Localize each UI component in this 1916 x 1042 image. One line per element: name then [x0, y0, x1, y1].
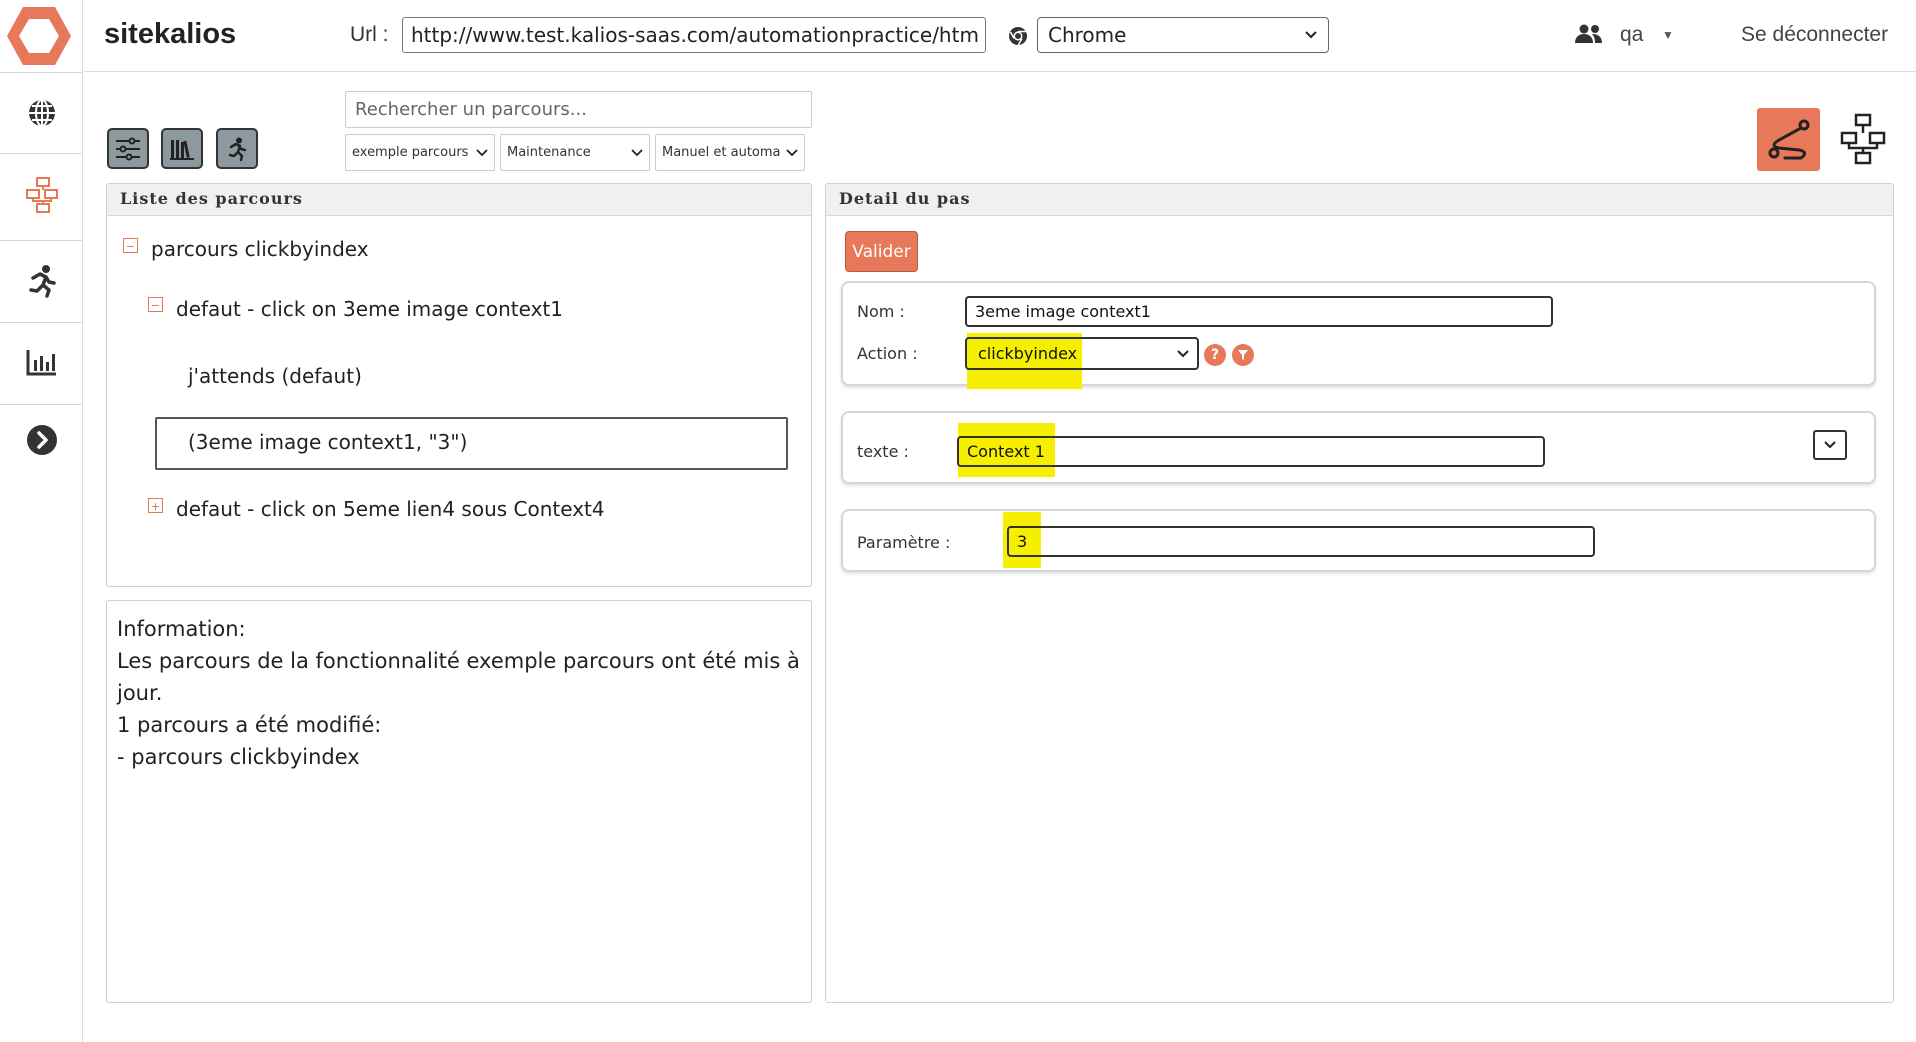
settings-filter-button[interactable] [107, 128, 149, 169]
tree-selected-item[interactable]: (3eme image context1, "3") [155, 417, 788, 470]
globe-icon [28, 99, 55, 127]
runner-icon [28, 265, 56, 298]
expand-texte-button[interactable] [1813, 430, 1847, 460]
sitekalios-logo [7, 7, 71, 65]
funnel-icon [1238, 350, 1248, 360]
chevron-down-icon [476, 148, 488, 156]
library-icon [170, 139, 194, 160]
action-select-value: clickbyindex [978, 344, 1078, 363]
run-button[interactable] [216, 128, 258, 169]
browser-select-value: Chrome [1048, 23, 1127, 47]
tree-child-item: (3eme image context1, "3") [188, 430, 468, 454]
tree-root-parcours[interactable]: parcours clickbyindex [151, 237, 369, 261]
parcours-view-button[interactable] [1757, 108, 1820, 171]
url-label: Url : [350, 23, 389, 46]
mode-filter-value: Manuel et automatis [662, 145, 780, 160]
tree-step-item[interactable]: defaut - click on 3eme image context1 [176, 297, 563, 321]
sidebar-expand[interactable] [0, 400, 83, 480]
collapse-icon[interactable]: − [148, 297, 163, 312]
parametre-label: Paramètre : [857, 533, 951, 552]
action-label: Action : [857, 344, 918, 363]
chevron-down-icon [1824, 441, 1836, 449]
parcours-list-panel: Liste des parcours − parcours clickbyind… [106, 183, 812, 587]
logout-link[interactable]: Se déconnecter [1741, 23, 1888, 47]
sidebar-item-parcours[interactable] [0, 155, 83, 235]
texte-label: texte : [857, 442, 909, 461]
app-title: sitekalios [104, 18, 237, 50]
sliders-icon [116, 137, 140, 160]
search-input[interactable] [345, 91, 812, 128]
parametre-input[interactable]: 3 [1007, 526, 1595, 557]
category-filter-select[interactable]: Maintenance [500, 134, 650, 171]
flowchart-icon [1840, 113, 1886, 165]
tree-step-item[interactable]: defaut - click on 5eme lien4 sous Contex… [176, 497, 605, 521]
collapse-icon[interactable]: − [123, 238, 138, 253]
sidebar-item-web[interactable] [0, 73, 83, 153]
nom-input[interactable]: 3eme image context1 [965, 296, 1553, 327]
sidebar-item-reports[interactable] [0, 322, 83, 402]
action-select[interactable]: clickbyindex [965, 337, 1199, 370]
chevron-right-circle-icon [26, 425, 57, 455]
texte-input[interactable]: Context 1 [957, 436, 1545, 467]
feature-filter-value: exemple parcours [352, 145, 469, 160]
information-message: Information: Les parcours de la fonction… [117, 613, 807, 773]
nom-label: Nom : [857, 302, 905, 321]
sidebar-item-execution[interactable] [0, 241, 83, 321]
url-input[interactable]: http://www.test.kalios-saas.com/automati… [402, 17, 986, 53]
flowchart-icon [25, 177, 58, 213]
feature-filter-select[interactable]: exemple parcours [345, 134, 495, 171]
top-header: sitekalios Url : http://www.test.kalios-… [84, 0, 1916, 72]
expand-icon[interactable]: + [148, 498, 163, 513]
help-icon[interactable]: ? [1204, 344, 1226, 366]
chevron-down-icon [1177, 349, 1189, 357]
runner-icon [228, 137, 247, 161]
rail-divider [0, 153, 83, 154]
chevron-down-icon [631, 148, 643, 156]
flowchart-view-button[interactable] [1835, 110, 1891, 170]
users-icon [1575, 24, 1602, 43]
info-line: - parcours clickbyindex [117, 745, 360, 769]
browser-select[interactable]: Chrome [1037, 17, 1329, 53]
library-button[interactable] [161, 128, 203, 169]
filter-icon[interactable] [1232, 344, 1254, 366]
chrome-icon [1009, 27, 1027, 46]
info-line: Les parcours de la fonctionnalité exempl… [117, 649, 800, 705]
panel-title: Liste des parcours [107, 184, 811, 216]
caret-down-icon[interactable]: ▼ [1662, 28, 1674, 42]
info-line: 1 parcours a été modifié: [117, 713, 382, 737]
bar-chart-icon [26, 350, 56, 376]
panel-title: Detail du pas [826, 184, 1893, 216]
category-filter-value: Maintenance [507, 145, 591, 160]
validate-button[interactable]: Valider [845, 231, 918, 272]
chevron-down-icon [786, 148, 798, 156]
left-rail [0, 0, 83, 1042]
information-panel: Information: Les parcours de la fonction… [106, 600, 812, 1003]
chevron-down-icon [1305, 31, 1317, 39]
info-title: Information: [117, 617, 246, 641]
route-icon [1768, 119, 1809, 159]
user-menu[interactable]: qa [1620, 23, 1643, 47]
mode-filter-select[interactable]: Manuel et automatis [655, 134, 805, 171]
tree-child-item[interactable]: j'attends (defaut) [188, 364, 362, 388]
